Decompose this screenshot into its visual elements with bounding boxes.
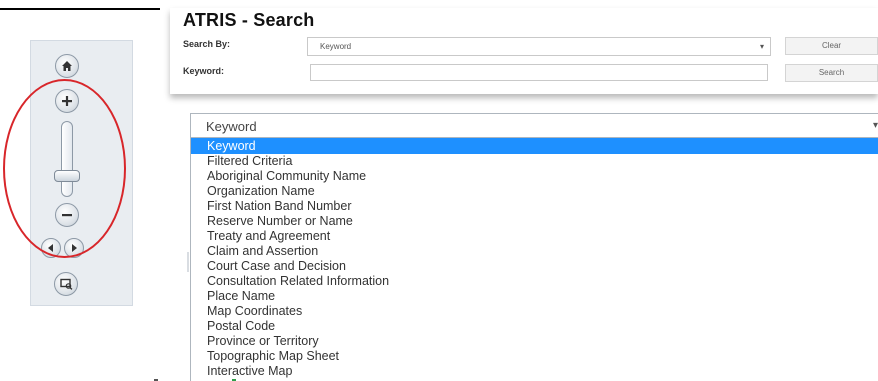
top-divider-line	[0, 8, 160, 10]
zoom-in-icon	[62, 96, 72, 106]
full-extent-icon	[59, 278, 72, 290]
keyword-label: Keyword:	[183, 66, 225, 76]
search-by-label: Search By:	[183, 39, 231, 49]
search-by-value: Keyword	[320, 42, 352, 51]
zoom-out-button[interactable]	[55, 203, 79, 227]
page-title: ATRIS - Search	[183, 10, 315, 30]
pan-right-icon	[72, 244, 77, 252]
keyword-type-selected: Keyword	[206, 119, 257, 134]
home-icon	[62, 61, 72, 71]
dropdown-option[interactable]: Place Name	[191, 288, 878, 304]
zoom-slider-track[interactable]	[61, 121, 73, 197]
search-panel: ATRIS - Search Search By: Keyword ▾ Keyw…	[170, 8, 878, 94]
dropdown-option[interactable]: Topographic Map Sheet	[191, 348, 878, 364]
background-fragment	[187, 252, 189, 272]
keyword-type-select[interactable]: Keyword ▾	[190, 113, 878, 138]
search-button[interactable]: Search	[785, 64, 878, 82]
dropdown-option[interactable]: Keyword	[191, 138, 878, 154]
dropdown-option[interactable]: Aboriginal Community Name	[191, 168, 878, 184]
dropdown-option[interactable]: Reserve Number or Name	[191, 213, 878, 229]
pan-right-button[interactable]	[64, 238, 84, 258]
dropdown-option[interactable]: Filtered Criteria	[191, 153, 878, 169]
chevron-down-icon: ▾	[759, 42, 764, 51]
dropdown-option[interactable]: Map Coordinates	[191, 303, 878, 319]
dropdown-option[interactable]: Treaty and Agreement	[191, 228, 878, 244]
dropdown-option[interactable]: Consultation Related Information	[191, 273, 878, 289]
dropdown-option[interactable]: Court Case and Decision	[191, 258, 878, 274]
keyword-input[interactable]	[310, 64, 768, 81]
clear-button[interactable]: Clear	[785, 37, 878, 55]
zoom-in-button[interactable]	[55, 89, 79, 113]
full-extent-button[interactable]	[54, 272, 78, 296]
dropdown-option[interactable]: Organization Name	[191, 183, 878, 199]
search-by-select[interactable]: Keyword ▾	[307, 37, 771, 56]
map-navigation-panel	[30, 40, 133, 306]
pan-left-button[interactable]	[41, 238, 61, 258]
zoom-slider-handle[interactable]	[54, 170, 80, 182]
dropdown-option[interactable]: Interactive Map	[191, 363, 878, 379]
dropdown-option[interactable]: First Nation Band Number	[191, 198, 878, 214]
zoom-out-icon	[62, 214, 72, 217]
dropdown-option[interactable]: Claim and Assertion	[191, 243, 878, 259]
pan-left-icon	[48, 244, 53, 252]
home-button[interactable]	[55, 54, 79, 78]
dropdown-option[interactable]: Postal Code	[191, 318, 878, 334]
dropdown-option[interactable]: Province or Territory	[191, 333, 878, 349]
chevron-down-icon: ▾	[872, 120, 878, 131]
dropdown-options-list: Keyword Filtered Criteria Aboriginal Com…	[190, 138, 878, 381]
